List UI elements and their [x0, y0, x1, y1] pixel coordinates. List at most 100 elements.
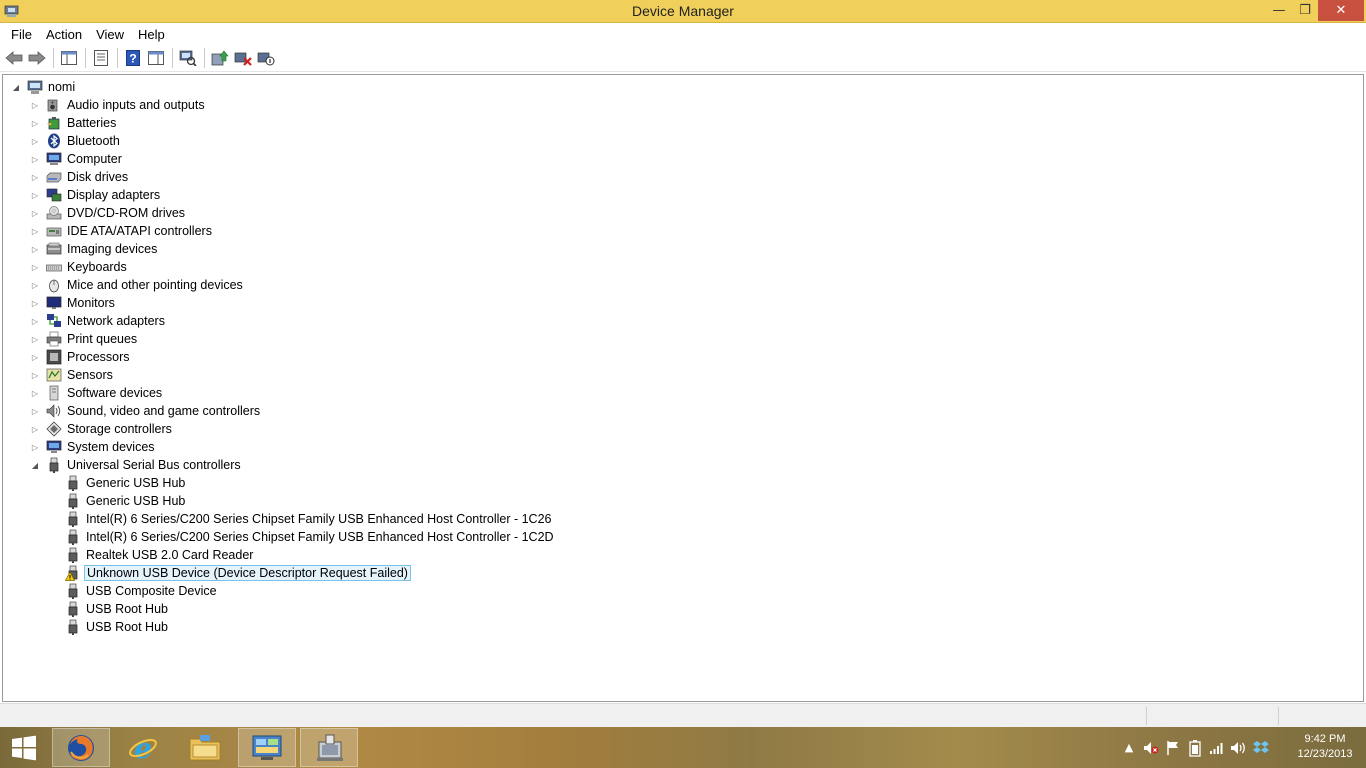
menu-action[interactable]: Action	[39, 27, 89, 42]
start-button[interactable]	[0, 727, 48, 768]
menu-help[interactable]: Help	[131, 27, 172, 42]
tree-node-label: Imaging devices	[67, 242, 158, 256]
tree-category-node[interactable]: ▷ Batteries	[30, 114, 118, 132]
expand-arrow-icon[interactable]: ▷	[30, 280, 40, 290]
expand-arrow-icon[interactable]: ▷	[30, 190, 40, 200]
tree-category-node[interactable]: ▷ Disk drives	[30, 168, 130, 186]
show-hidden-icons-icon[interactable]: ▲	[1118, 738, 1140, 758]
expand-arrow-icon[interactable]: ▷	[30, 298, 40, 308]
usb-warning-icon	[65, 565, 81, 581]
taskbar-control-panel[interactable]	[238, 728, 296, 767]
tree-node-label: Print queues	[67, 332, 138, 346]
taskbar-file-explorer[interactable]	[176, 728, 234, 767]
taskbar-internet-explorer[interactable]: e	[114, 728, 172, 767]
menu-file[interactable]: File	[4, 27, 39, 42]
expand-arrow-icon[interactable]: ▷	[30, 388, 40, 398]
taskbar-clock[interactable]: 9:42 PM 12/23/2013	[1290, 732, 1360, 762]
tree-category-node[interactable]: ▷ DVD/CD-ROM drives	[30, 204, 187, 222]
close-button[interactable]: ✕	[1318, 0, 1364, 21]
volume-icon[interactable]	[1228, 738, 1250, 758]
tree-category-node[interactable]: ▷ Audio inputs and outputs	[30, 96, 207, 114]
update-driver-icon[interactable]	[209, 47, 231, 69]
network-signal-icon[interactable]	[1206, 738, 1228, 758]
tree-node-label: Network adapters	[67, 314, 165, 328]
computer-icon	[46, 151, 62, 167]
expand-arrow-icon[interactable]: ▷	[30, 154, 40, 164]
properties-icon[interactable]	[90, 47, 112, 69]
expand-arrow-icon[interactable]: ▷	[30, 406, 40, 416]
tree-category-node[interactable]: ▷ Sensors	[30, 366, 115, 384]
expand-arrow-icon[interactable]: ▷	[30, 370, 40, 380]
expand-arrow-icon[interactable]: ▷	[30, 424, 40, 434]
tree-device-node[interactable]: Intel(R) 6 Series/C200 Series Chipset Fa…	[49, 528, 556, 546]
tree-category-node[interactable]: ▷ Imaging devices	[30, 240, 159, 258]
tree-category-node[interactable]: ▷ Software devices	[30, 384, 164, 402]
tree-node-label: Sound, video and game controllers	[67, 404, 261, 418]
back-arrow-icon[interactable]	[3, 47, 25, 69]
disable-device-icon[interactable]	[255, 47, 277, 69]
tree-category-node[interactable]: ▷ Bluetooth	[30, 132, 122, 150]
tree-device-node[interactable]: Generic USB Hub	[49, 492, 187, 510]
system-tray: ▲	[1118, 727, 1272, 768]
expand-arrow-icon[interactable]: ▷	[30, 208, 40, 218]
expand-arrow-icon[interactable]: ▷	[30, 100, 40, 110]
tree-node-label: Intel(R) 6 Series/C200 Series Chipset Fa…	[86, 530, 554, 544]
expand-arrow-icon[interactable]: ▷	[30, 244, 40, 254]
expand-arrow-icon[interactable]: ▷	[30, 136, 40, 146]
menu-view[interactable]: View	[89, 27, 131, 42]
speaker-muted-icon[interactable]	[1140, 738, 1162, 758]
uninstall-device-icon[interactable]	[232, 47, 254, 69]
tree-category-node[interactable]: ◢ Universal Serial Bus controllers	[30, 456, 243, 474]
show-hide-console-tree-icon[interactable]	[58, 47, 80, 69]
tree-category-node[interactable]: ▷ System devices	[30, 438, 157, 456]
tree-category-node[interactable]: ▷ Storage controllers	[30, 420, 174, 438]
tree-category-node[interactable]: ▷ Network adapters	[30, 312, 167, 330]
tree-category-node[interactable]: ▷ Display adapters	[30, 186, 162, 204]
tree-node-label: nomi	[48, 80, 76, 94]
expand-arrow-icon[interactable]: ▷	[30, 352, 40, 362]
tree-category-node[interactable]: ▷ IDE ATA/ATAPI controllers	[30, 222, 214, 240]
tree-device-node[interactable]: Realtek USB 2.0 Card Reader	[49, 546, 255, 564]
usb-icon	[65, 619, 81, 635]
title-bar[interactable]: Device Manager — ❐ ✕	[0, 0, 1366, 23]
expand-arrow-icon[interactable]: ▷	[30, 226, 40, 236]
tree-device-node[interactable]: Intel(R) 6 Series/C200 Series Chipset Fa…	[49, 510, 553, 528]
tree-category-node[interactable]: ▷ Print queues	[30, 330, 139, 348]
expand-arrow-icon[interactable]: ▷	[30, 262, 40, 272]
battery-tray-icon[interactable]	[1184, 738, 1206, 758]
collapse-arrow-icon[interactable]: ◢	[11, 82, 21, 92]
tree-device-node[interactable]: Generic USB Hub	[49, 474, 187, 492]
imaging-device-icon	[46, 241, 62, 257]
expand-arrow-icon[interactable]: ▷	[30, 172, 40, 182]
flag-icon[interactable]	[1162, 738, 1184, 758]
expand-arrow-icon[interactable]: ▷	[30, 442, 40, 452]
expand-arrow-icon[interactable]: ▷	[30, 118, 40, 128]
tree-category-node[interactable]: ▷ Processors	[30, 348, 132, 366]
taskbar-firefox[interactable]	[52, 728, 110, 767]
tree-category-node[interactable]: ▷ Sound, video and game controllers	[30, 402, 262, 420]
tree-category-node[interactable]: ▷ Monitors	[30, 294, 117, 312]
forward-arrow-icon[interactable]	[26, 47, 48, 69]
tree-category-node[interactable]: ▷ Keyboards	[30, 258, 129, 276]
device-tree-panel[interactable]: ◢ nomi ▷ Audio inputs and outputs ▷ Batteries…	[2, 74, 1364, 702]
expand-arrow-icon[interactable]: ▷	[30, 316, 40, 326]
scan-hardware-changes-icon[interactable]	[177, 47, 199, 69]
tree-category-node[interactable]: ▷ Mice and other pointing devices	[30, 276, 245, 294]
expand-arrow-icon[interactable]: ▷	[30, 334, 40, 344]
collapse-arrow-icon[interactable]: ◢	[30, 460, 40, 470]
clock-time: 9:42 PM	[1304, 733, 1346, 745]
action-pane-icon[interactable]	[145, 47, 167, 69]
tree-device-node[interactable]: USB Root Hub	[49, 618, 170, 636]
tree-device-node[interactable]: USB Root Hub	[49, 600, 170, 618]
maximize-button[interactable]: ❐	[1290, 0, 1320, 21]
tree-category-node[interactable]: ▷ Computer	[30, 150, 124, 168]
help-icon[interactable]: ?	[122, 47, 144, 69]
ide-controller-icon	[46, 223, 62, 239]
dropbox-icon[interactable]	[1250, 738, 1272, 758]
taskbar-device-manager[interactable]	[300, 728, 358, 767]
tree-device-node[interactable]: USB Composite Device	[49, 582, 219, 600]
tree-device-node-warning[interactable]: Unknown USB Device (Device Descriptor Re…	[49, 564, 411, 582]
tree-root-node[interactable]: ◢ nomi	[11, 78, 77, 96]
